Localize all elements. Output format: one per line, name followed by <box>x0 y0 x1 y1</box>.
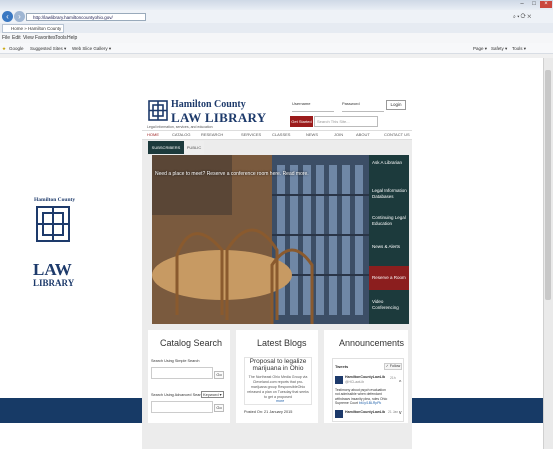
login-button[interactable]: Login <box>386 100 406 110</box>
menu-edit[interactable]: Edit <box>12 35 21 41</box>
nav-about[interactable]: ABOUT <box>356 132 370 137</box>
blog-more-link[interactable]: more <box>276 399 284 403</box>
get-started-button[interactable]: Get Started <box>290 116 313 127</box>
left-logo-title: Hamilton County <box>34 197 76 203</box>
simple-search-label: Search Using Simple Search <box>151 359 200 363</box>
tweet-avatar[interactable] <box>335 376 343 384</box>
fav-webslice[interactable]: Web Slice Gallery ▾ <box>72 46 111 52</box>
tweet1-time: 21h <box>390 376 396 380</box>
menu-file[interactable]: File <box>2 35 10 41</box>
twitter-bird-icon: ✓ <box>385 364 389 368</box>
side-databases[interactable]: Legal Information Databases <box>372 188 408 200</box>
blog-posted-date: Posted On: 21 January 2015 <box>244 410 293 414</box>
conference-room-photo-icon <box>152 155 369 324</box>
hero-image[interactable]: Need a place to meet? Reserve a conferen… <box>152 155 369 324</box>
left-logo-law: LAW <box>33 260 72 279</box>
nav-classes[interactable]: CLASSES <box>272 132 290 137</box>
nav-research[interactable]: RESEARCH <box>201 132 223 137</box>
address-bar[interactable]: http://lawlibrary.hamiltoncountyohio.gov… <box>26 13 146 21</box>
tab-subscribers[interactable]: SUBSCRIBERS <box>148 141 184 154</box>
username-input[interactable] <box>292 106 334 112</box>
close-icon[interactable]: × <box>540 1 552 8</box>
menu-view[interactable]: View <box>23 35 34 41</box>
side-reserve-room[interactable]: Reserve a Room <box>372 275 406 281</box>
follow-label: Follow <box>389 364 401 368</box>
maximize-icon[interactable]: □ <box>528 1 540 8</box>
nav-news[interactable]: NEWS <box>306 132 318 137</box>
nav-catalog[interactable]: CATALOG <box>172 132 191 137</box>
tweet2-time: 21 Jan <box>388 410 399 414</box>
cmd-safety[interactable]: Safety ▾ <box>491 46 507 52</box>
announcements-title: Announcements <box>339 338 405 348</box>
side-video-conferencing[interactable]: Video Conferencing <box>372 299 408 311</box>
forward-arrow-icon[interactable]: › <box>14 11 25 22</box>
nav-contact[interactable]: CONTACT US <box>384 132 410 137</box>
advanced-search-label: Search Using Advanced Search <box>151 393 205 397</box>
tab-strip <box>0 23 553 33</box>
scroll-down-icon[interactable]: v <box>399 410 402 416</box>
cmd-page[interactable]: Page ▾ <box>473 46 487 52</box>
blog-post-title[interactable]: Proposal to legalize marijuana in Ohio <box>245 358 311 372</box>
title-bar <box>0 0 553 10</box>
fav-suggested[interactable]: Suggested Sites ▾ <box>30 46 66 52</box>
site-search-input[interactable]: Search This Site... <box>314 116 378 127</box>
blogs-title: Latest Blogs <box>257 338 307 348</box>
tweet1-handle[interactable]: @HCLawLib <box>345 380 364 384</box>
tweets-label: Tweets <box>335 364 349 369</box>
minimize-icon[interactable]: – <box>516 1 528 8</box>
menu-help[interactable]: Help <box>67 35 77 41</box>
nav-home[interactable]: HOME <box>147 132 159 137</box>
nav-join[interactable]: JOIN <box>334 132 343 137</box>
side-ask-librarian[interactable]: Ask A Librarian <box>372 160 402 166</box>
advanced-search-select[interactable]: Keyword ▾ <box>201 391 224 398</box>
nav-services[interactable]: SERVICES <box>241 132 261 137</box>
advanced-search-input[interactable] <box>151 401 213 413</box>
left-logo-library: LIBRARY <box>33 278 75 288</box>
side-cle[interactable]: Continuing Legal Education <box>372 215 408 227</box>
fav-google[interactable]: Google <box>9 46 24 51</box>
blog-post-body: The Northeast Ohio Media Group via Cleve… <box>247 375 309 399</box>
side-news-alerts[interactable]: News & Alerts <box>372 244 400 250</box>
catalog-title: Catalog Search <box>160 338 223 348</box>
simple-go-button[interactable]: Go <box>214 371 224 379</box>
password-input[interactable] <box>342 106 384 112</box>
menu-favorites[interactable]: Favorites <box>35 35 56 41</box>
tab-home[interactable]: Home » Hamilton County L... <box>2 24 64 39</box>
cmd-tools[interactable]: Tools ▾ <box>512 46 526 52</box>
menu-bar <box>0 33 553 43</box>
tweet2-avatar[interactable] <box>335 410 343 418</box>
tweet1-body: Testimony about psych evaluation not adm… <box>335 388 388 406</box>
simple-search-input[interactable] <box>151 367 213 379</box>
scrollbar-thumb[interactable] <box>545 70 551 300</box>
site-logo-icon[interactable] <box>148 100 168 121</box>
site-title-line1: Hamilton County <box>171 99 246 110</box>
tweet2-user[interactable]: HamiltonCountyLawLib <box>345 410 385 414</box>
site-title-line2: LAW LIBRARY <box>171 110 267 125</box>
tweet1-link[interactable]: bit.ly/1BLRpPk <box>359 401 381 405</box>
search-icon[interactable]: ⌕ ▾ ⟳ ✕ <box>513 14 531 20</box>
advanced-go-button[interactable]: Go <box>214 404 224 412</box>
tweet1-user[interactable]: HamiltonCountyLawLib <box>345 375 385 379</box>
follow-button[interactable]: ✓ Follow <box>384 363 402 370</box>
tab-public[interactable]: PUBLIC <box>184 141 204 154</box>
site-tagline: Legal information, services, and educati… <box>147 125 213 129</box>
advanced-search-option: Keyword <box>203 392 219 397</box>
hero-caption[interactable]: Need a place to meet? Reserve a conferen… <box>155 171 309 177</box>
favorites-star-icon[interactable]: ★ <box>2 46 6 52</box>
scroll-up-icon[interactable]: ^ <box>399 380 401 386</box>
back-arrow-icon[interactable]: ‹ <box>2 11 13 22</box>
menu-tools[interactable]: Tools <box>55 35 67 41</box>
